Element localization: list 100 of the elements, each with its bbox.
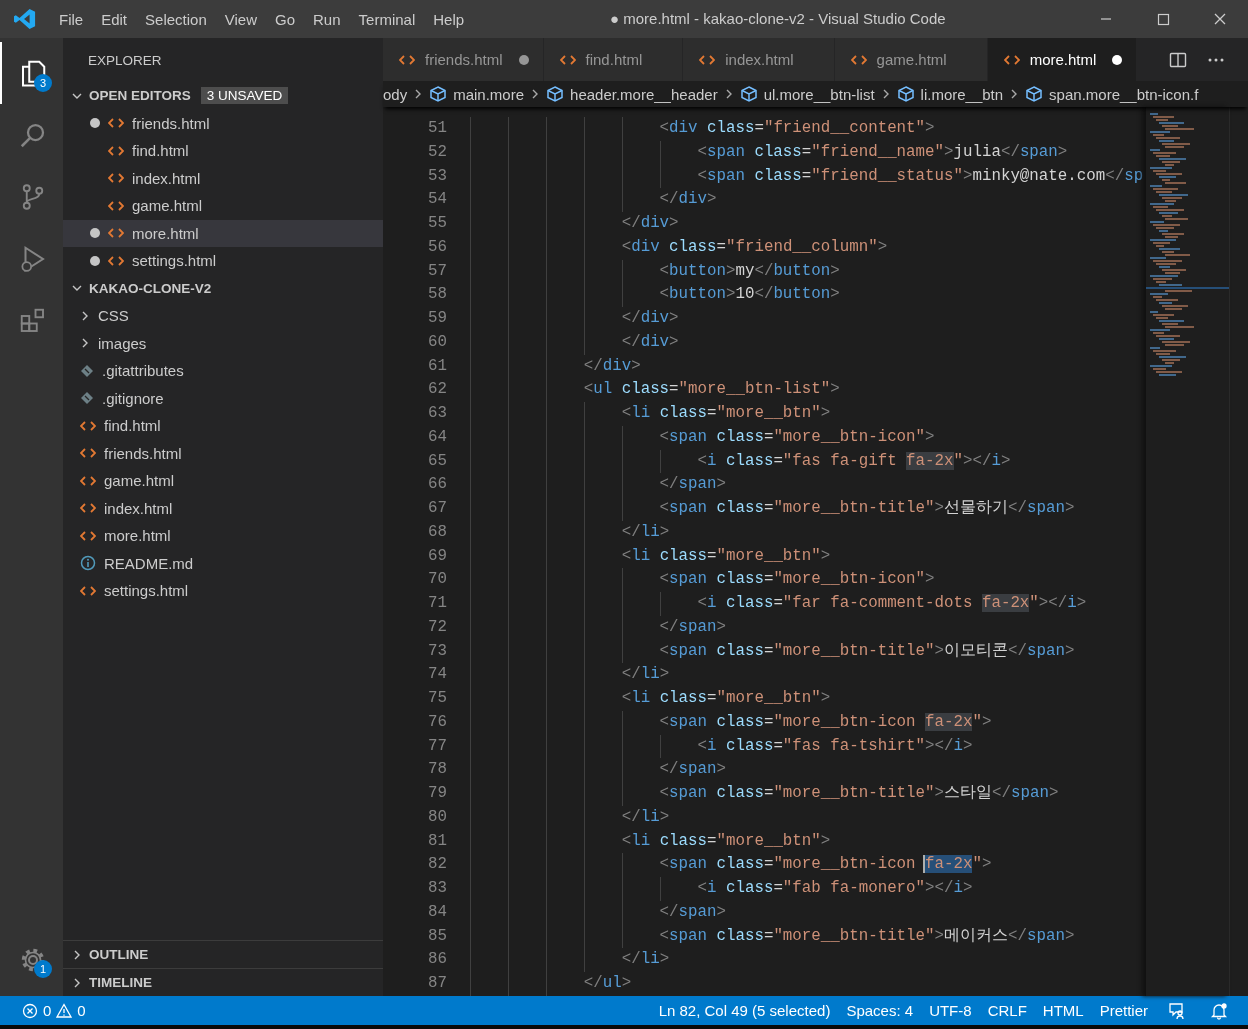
code-line: <span class="more__btn-icon"> (659, 569, 935, 591)
code-line: <span class="more__btn-title">이모티콘</span> (659, 640, 1075, 662)
breadcrumb[interactable]: span.more__btn-icon.f (1025, 85, 1199, 103)
file-tree-item[interactable]: friends.html (63, 439, 383, 467)
code-icon (80, 473, 96, 488)
editor-tab[interactable]: index.html (683, 38, 835, 81)
line-number: 63 (427, 403, 447, 424)
code-line: <i class="far fa-comment-dots fa-2x"></i> (697, 593, 1087, 614)
code-icon (699, 52, 716, 67)
file-tree-item[interactable]: more.html (63, 522, 383, 550)
line-number: 68 (427, 521, 447, 543)
code-line: <span class="friend__status">minky@nate.com</sp (697, 165, 1144, 187)
info-icon (80, 555, 96, 572)
open-editor-item[interactable]: game.html (63, 192, 383, 220)
code-line: <span class="more__btn-title">메이커스</span> (659, 925, 1075, 947)
menu-item[interactable]: Help (424, 4, 474, 34)
app-logo-icon (14, 8, 36, 30)
bell-icon[interactable] (1210, 1001, 1228, 1020)
open-editor-item[interactable]: friends.html (63, 109, 383, 137)
file-tree-item[interactable]: images (63, 329, 383, 357)
line-number: 60 (427, 331, 447, 353)
line-number: 85 (427, 925, 447, 947)
code-line: </li> (621, 806, 670, 828)
status-item[interactable]: Spaces: 4 (838, 1002, 922, 1019)
code-line: </li> (621, 949, 670, 971)
open-editor-item[interactable]: find.html (63, 137, 383, 165)
file-tree-item[interactable]: game.html (63, 467, 383, 495)
file-tree-item[interactable]: CSS (63, 302, 383, 330)
section-header[interactable]: OPEN EDITORS 3 UNSAVED (63, 82, 383, 110)
line-number: 82 (427, 854, 447, 876)
sidebar-title: EXPLORER (88, 52, 162, 68)
code-line: </li> (621, 521, 670, 543)
problems-button[interactable]: 0 0 (20, 1002, 88, 1019)
code-line: </div> (621, 308, 679, 329)
code-line: <ul class="more__btn-list"> (583, 379, 840, 401)
open-editor-item[interactable]: more.html (63, 219, 383, 247)
menu-item[interactable]: Go (266, 4, 304, 34)
code-line: </ul> (583, 973, 632, 994)
code-line: <div class="friend__column"> (621, 236, 888, 258)
file-tree-item[interactable]: .gitattributes (63, 357, 383, 385)
code-line: </div> (659, 189, 717, 211)
line-number: 81 (427, 830, 447, 852)
file-tree-item[interactable]: settings.html (63, 577, 383, 605)
status-item[interactable]: CRLF (979, 1002, 1035, 1019)
line-number: 52 (427, 141, 447, 163)
code-icon (1003, 52, 1020, 67)
breadcrumb[interactable]: ody (383, 85, 408, 103)
line-number: 70 (427, 569, 447, 591)
code-line: <i class="fas fa-tshirt"></i> (697, 735, 973, 757)
editor-tab[interactable]: more.html (987, 38, 1138, 81)
manage-button[interactable]: 1 (0, 928, 63, 992)
code-icon (108, 143, 124, 158)
code-line: <li class="more__btn"> (621, 688, 831, 709)
code-line: </li> (621, 664, 670, 686)
line-number: 77 (427, 735, 447, 757)
menu-item[interactable]: Selection (136, 4, 216, 34)
code-line: <li class="more__btn"> (621, 830, 831, 852)
code-icon (399, 52, 415, 67)
code-line: </span> (659, 474, 726, 496)
cube-icon (1025, 85, 1044, 103)
unsaved-badge: 3 UNSAVED (200, 87, 289, 105)
feedback-icon[interactable] (1168, 1001, 1186, 1020)
line-number: 53 (427, 165, 447, 187)
file-tree-item[interactable]: index.html (63, 494, 383, 522)
line-number: 84 (427, 901, 447, 923)
breadcrumb[interactable]: li.more__btn (896, 85, 1004, 103)
section-header[interactable]: KAKAO-CLONE-V2 (63, 274, 383, 302)
menu-item[interactable]: Edit (92, 4, 137, 34)
editor-tab[interactable]: game.html (834, 38, 988, 81)
file-tree-item[interactable]: find.html (63, 412, 383, 440)
code-line: <li class="more__btn"> (621, 403, 831, 424)
status-item[interactable]: HTML (1034, 1002, 1092, 1019)
line-number: 86 (427, 949, 447, 971)
error-icon (22, 1002, 38, 1019)
status-item[interactable]: Ln 82, Col 49 (5 selected) (650, 1002, 839, 1019)
breadcrumb[interactable]: ul.more__btn-list (739, 85, 875, 103)
menu-item[interactable]: Terminal (349, 4, 425, 34)
status-item[interactable]: Prettier (1091, 1002, 1156, 1019)
menu-item[interactable]: View (215, 4, 266, 34)
code-icon (80, 528, 96, 543)
breadcrumb[interactable]: main.more (429, 85, 525, 103)
breadcrumb[interactable]: header.more__header (546, 85, 718, 103)
open-editor-item[interactable]: settings.html (63, 247, 383, 275)
open-editor-item[interactable]: index.html (63, 164, 383, 192)
line-number: 61 (427, 355, 447, 377)
editor-tab[interactable]: find.html (543, 38, 684, 81)
menu-item[interactable]: File (50, 4, 93, 34)
editor-tab[interactable]: friends.html (383, 38, 544, 81)
code-icon (80, 583, 96, 598)
cube-icon (546, 85, 565, 103)
code-line: <span class="more__btn-icon fa-2x"> (659, 854, 992, 876)
cube-icon (429, 85, 448, 103)
file-tree-item[interactable]: .gitignore (63, 384, 383, 412)
section-header[interactable]: OUTLINE (63, 940, 383, 968)
menu-item[interactable]: Run (304, 4, 350, 34)
code-line: </span> (659, 616, 726, 638)
line-number: 51 (427, 118, 447, 139)
status-item[interactable]: UTF-8 (921, 1002, 980, 1019)
file-tree-item[interactable]: README.md (63, 549, 383, 577)
line-number: 57 (427, 260, 447, 282)
